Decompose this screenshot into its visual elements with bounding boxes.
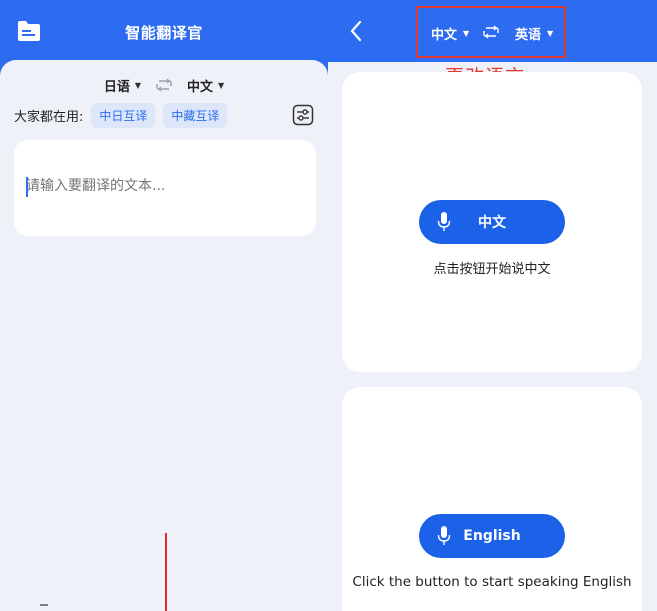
- right-header: 中文 ▼ 英语 ▼: [328, 0, 657, 62]
- english-voice-card: English Click the button to start speaki…: [342, 387, 642, 611]
- right-voice-screen: 中文 ▼ 英语 ▼ 更改语言 中文 点击按钮开始说中文: [328, 0, 657, 611]
- speak-chinese-label: 中文: [478, 215, 506, 231]
- chip-zh-bo[interactable]: 中藏互译: [163, 102, 228, 128]
- caret-down-icon: ▼: [218, 80, 225, 90]
- highlight-box: [416, 6, 566, 58]
- swap-icon[interactable]: [155, 78, 173, 92]
- target-language-label: 中文: [187, 79, 214, 95]
- speak-english-label: English: [463, 528, 521, 544]
- target-language-select[interactable]: 中文 ▼: [187, 76, 224, 95]
- common-label: 大家都在用:: [14, 109, 84, 125]
- left-body: 日语 ▼ 中文 ▼ 大家都在用: 中日互译 中藏互译: [0, 60, 328, 611]
- settings-icon[interactable]: [292, 104, 314, 126]
- chevron-left-icon[interactable]: [348, 20, 364, 42]
- chip-zh-ja[interactable]: 中日互译: [91, 102, 156, 128]
- corner-mark: [40, 604, 48, 606]
- caret-down-icon: ▼: [134, 80, 141, 90]
- microphone-icon: [437, 526, 451, 545]
- speak-english-button[interactable]: English: [419, 514, 565, 558]
- language-selector-row: 日语 ▼ 中文 ▼: [0, 75, 328, 95]
- text-input-card[interactable]: [14, 140, 316, 236]
- red-annotation-line: [165, 533, 167, 611]
- source-language-label: 日语: [103, 79, 130, 95]
- chinese-voice-card: 中文 点击按钮开始说中文: [342, 72, 642, 372]
- app-title: 智能翻译官: [125, 24, 203, 42]
- common-pairs-row: 大家都在用: 中日互译 中藏互译: [14, 102, 314, 128]
- english-hint: Click the button to start speaking Engli…: [352, 574, 632, 590]
- speak-chinese-button[interactable]: 中文: [419, 200, 565, 244]
- source-language-select[interactable]: 日语 ▼: [104, 76, 141, 95]
- left-header: 智能翻译官: [0, 0, 328, 62]
- translate-text-input[interactable]: [26, 178, 306, 194]
- microphone-icon: [437, 212, 451, 231]
- chinese-hint: 点击按钮开始说中文: [433, 262, 551, 277]
- left-translate-screen: 智能翻译官 日语 ▼ 中文 ▼ 大家都在用: 中日互译 中藏互译: [0, 0, 328, 611]
